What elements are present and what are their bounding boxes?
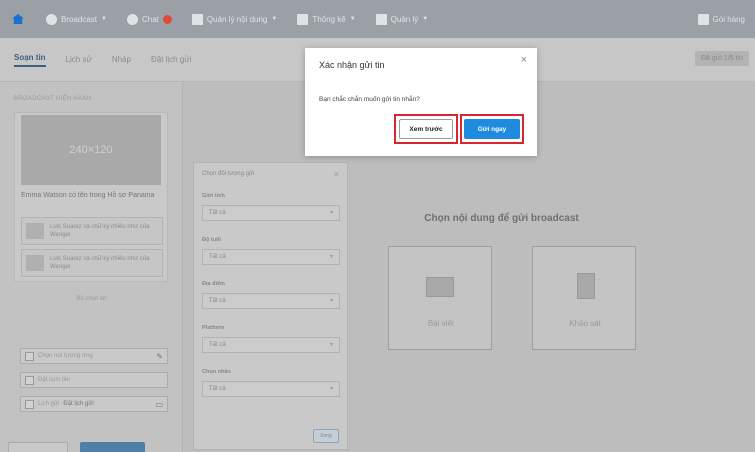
send-now-button-highlight: Gửi ngay	[460, 114, 524, 144]
location-select[interactable]: Tất cả ▾	[202, 293, 340, 309]
checkbox[interactable]	[25, 399, 34, 409]
age-label: Độ tuổi	[202, 237, 221, 243]
button-option-field[interactable]: Chọn nút tương ứng ✎	[20, 348, 168, 364]
apply-button[interactable]: Xong	[313, 429, 339, 443]
nav-content[interactable]: Quản lý nội dung ▼	[182, 0, 287, 38]
survey-icon	[577, 273, 595, 299]
home-button[interactable]	[0, 0, 36, 38]
nav-broadcast[interactable]: Broadcast ▼	[36, 0, 117, 38]
article-tile[interactable]: Bài viết	[388, 246, 492, 350]
tag-label: Chọn nhãn	[202, 369, 231, 375]
article-tile-label: Bài viết	[427, 319, 455, 328]
chevron-down-icon: ▾	[329, 210, 333, 216]
chevron-down-icon: ▾	[329, 386, 333, 392]
deselect-link[interactable]: Bỏ chọn tin	[0, 296, 183, 302]
list-item-text: Luis Suarez và chữ ký nhiều như của Weng…	[50, 224, 150, 238]
primary-button[interactable]	[80, 442, 145, 452]
chevron-down-icon: ▾	[329, 342, 333, 348]
preview-button[interactable]: Xem trước	[399, 119, 453, 139]
age-select[interactable]: Tất cả ▾	[202, 249, 340, 265]
bar-chart-icon	[297, 13, 309, 25]
preview-button-highlight: Xem trước	[394, 114, 458, 144]
top-nav-bar: Broadcast ▼ Chat Quản lý nội dung ▼ Thốn…	[0, 0, 755, 38]
package-icon	[697, 13, 709, 25]
chevron-down-icon: ▼	[422, 16, 429, 22]
close-icon[interactable]: ×	[334, 169, 339, 179]
tag-select[interactable]: Tất cả ▾	[202, 381, 340, 397]
notification-badge	[162, 14, 172, 24]
list-item-text: Luis Suarez và chữ ký nhiều như của Weng…	[50, 256, 150, 270]
thumbnail-icon	[26, 255, 44, 271]
nav-manage[interactable]: Quản lý ▼	[366, 0, 439, 38]
list-item[interactable]: Luis Suarez và chữ ký nhiều như của Weng…	[21, 217, 163, 245]
confirm-send-dialog: Xác nhận gửi tin × Bạn chắc chắn muốn gử…	[305, 48, 537, 156]
grid-icon	[375, 13, 387, 25]
select-value: Tất cả	[209, 254, 226, 260]
list-item[interactable]: Luis Suarez và chữ ký nhiều như của Weng…	[21, 249, 163, 277]
chevron-down-icon: ▼	[271, 16, 278, 22]
nav-content-label: Quản lý nội dung	[206, 14, 268, 24]
article-thumbnail: 240×120	[21, 115, 161, 185]
gender-select[interactable]: Tất cả ▾	[202, 205, 340, 221]
article-card[interactable]: 240×120 Emma Watson có tên trong Hồ sơ P…	[14, 112, 168, 282]
nav-chat[interactable]: Chat	[117, 0, 182, 38]
nav-manage-label: Quản lý	[390, 14, 419, 24]
nav-chat-label: Chat	[141, 14, 159, 24]
sent-count-badge: Đã gửi 1/5 tin	[694, 51, 749, 66]
chevron-down-icon: ▾	[329, 298, 333, 304]
location-label: Địa điểm	[202, 281, 225, 287]
home-icon	[12, 14, 24, 24]
tab-drafts[interactable]: Nháp	[112, 55, 131, 64]
broadcast-icon	[46, 13, 57, 25]
field-label: Chọn nút tương ứng	[38, 353, 93, 359]
chevron-down-icon: ▼	[349, 16, 356, 22]
platform-select[interactable]: Tất cả ▾	[202, 337, 340, 353]
chevron-down-icon: ▾	[329, 254, 333, 260]
thumbnail-icon	[26, 223, 44, 239]
nav-broadcast-label: Broadcast	[61, 14, 98, 24]
survey-tile-label: Khảo sát	[569, 319, 601, 328]
nav-package[interactable]: Gói hàng	[688, 0, 755, 38]
survey-tile[interactable]: Khảo sát	[532, 246, 636, 350]
dialog-message: Bạn chắc chắn muốn gửi tin nhắn?	[319, 96, 420, 103]
checkbox[interactable]	[25, 351, 34, 361]
chevron-down-icon: ▼	[101, 16, 107, 22]
article-icon	[426, 277, 454, 297]
close-icon[interactable]: ×	[521, 54, 527, 66]
schedule-field[interactable]: Lịch gửi Đặt lịch gửi ▭	[20, 396, 168, 412]
tab-scheduled[interactable]: Đặt lịch gửi	[151, 55, 191, 64]
calendar-icon[interactable]: ▭	[155, 400, 163, 409]
field-value: Đặt lịch gửi	[63, 401, 94, 407]
select-value: Tất cả	[209, 210, 226, 216]
field-label: Lịch gửi	[38, 401, 60, 407]
content-chooser-title: Chọn nội dung để gửi broadcast	[424, 213, 579, 224]
tab-compose[interactable]: Soạn tin	[14, 53, 46, 67]
audience-heading: Chọn đối tượng gửi	[202, 171, 255, 177]
nav-stats-label: Thống kê	[312, 14, 346, 24]
nav-stats[interactable]: Thống kê ▼	[287, 0, 365, 38]
cluster-name-field[interactable]: Đặt cụm tên	[20, 372, 168, 388]
edit-icon[interactable]: ✎	[156, 352, 163, 361]
article-title: Emma Watson có tên trong Hồ sơ Panama	[21, 192, 155, 199]
field-label: Đặt cụm tên	[38, 377, 71, 383]
broadcast-left-panel: BROADCAST HIỆN HÀNH 240×120 Emma Watson …	[0, 82, 183, 452]
audience-panel: Chọn đối tượng gửi × Giới tính Tất cả ▾ …	[193, 162, 348, 450]
tab-history[interactable]: Lịch sử	[66, 55, 92, 64]
nav-package-label: Gói hàng	[712, 14, 745, 24]
select-value: Tất cả	[209, 298, 226, 304]
platform-label: Platform	[202, 325, 225, 331]
select-value: Tất cả	[209, 386, 226, 392]
select-value: Tất cả	[209, 342, 226, 348]
checkbox[interactable]	[25, 375, 34, 385]
secondary-button[interactable]	[8, 442, 68, 452]
send-now-button[interactable]: Gửi ngay	[464, 119, 520, 139]
dialog-title: Xác nhận gửi tin	[319, 60, 385, 70]
panel-heading: BROADCAST HIỆN HÀNH	[14, 96, 92, 102]
gender-label: Giới tính	[202, 193, 225, 199]
chat-icon	[126, 13, 138, 25]
content-icon	[191, 13, 203, 25]
